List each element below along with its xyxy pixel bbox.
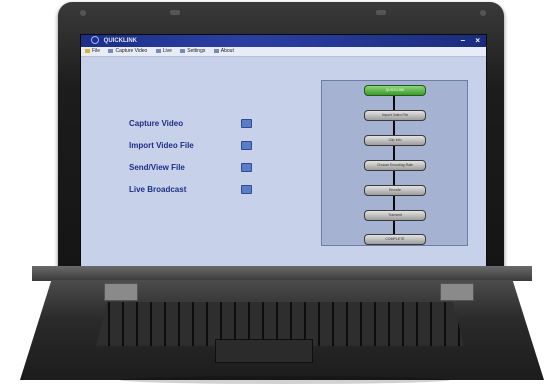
bezel-latch-left — [170, 10, 180, 15]
action-import-video-file[interactable]: Import Video File — [129, 141, 252, 163]
step-encode[interactable]: Encode — [364, 185, 426, 196]
bezel-latch-right — [376, 10, 386, 15]
minimize-button[interactable]: – — [461, 36, 465, 45]
workflow-panel: QUICKLINK Import Video File Clip Info Ch… — [321, 80, 468, 246]
action-icon[interactable] — [241, 119, 252, 128]
action-icon[interactable] — [241, 141, 252, 150]
action-list: Capture Video Import Video File Send/Vie… — [129, 119, 252, 207]
action-send-view-file[interactable]: Send/View File — [129, 163, 252, 185]
close-button[interactable]: × — [475, 36, 480, 45]
action-icon[interactable] — [241, 163, 252, 172]
menu-file[interactable]: File — [85, 48, 100, 54]
action-label: Capture Video — [129, 119, 184, 128]
menu-capture-video[interactable]: Capture Video — [108, 48, 147, 54]
menu-settings[interactable]: Settings — [180, 48, 205, 54]
settings-icon — [180, 48, 186, 53]
broadcast-icon — [155, 48, 161, 53]
laptop-hinge-bar — [32, 266, 532, 281]
action-capture-video[interactable]: Capture Video — [129, 119, 252, 141]
menu-live[interactable]: Live — [155, 48, 172, 54]
quicklink-logo-icon — [91, 36, 99, 45]
window-title: QUICKLINK — [103, 38, 138, 44]
camera-icon — [108, 48, 114, 53]
step-complete[interactable]: COMPLETE — [364, 234, 426, 245]
touchpad — [215, 339, 313, 363]
action-label: Live Broadcast — [129, 185, 187, 194]
info-icon — [213, 48, 219, 53]
action-label: Send/View File — [129, 163, 185, 172]
title-bar: QUICKLINK – × — [81, 35, 486, 47]
bezel-bumper-left — [80, 10, 86, 16]
action-label: Import Video File — [129, 141, 194, 150]
app-window: QUICKLINK – × File Capture Video Live Se… — [80, 34, 487, 269]
action-icon[interactable] — [241, 185, 252, 194]
hinge-right — [440, 283, 474, 301]
menu-about[interactable]: About — [213, 48, 234, 54]
action-live-broadcast[interactable]: Live Broadcast — [129, 185, 252, 207]
step-import-video-file[interactable]: Import Video File — [364, 110, 426, 121]
step-quicklink[interactable]: QUICKLINK — [364, 85, 426, 96]
folder-icon — [85, 48, 90, 53]
bezel-bumper-right — [480, 10, 486, 16]
laptop-shadow — [120, 376, 450, 384]
hinge-left — [104, 283, 138, 301]
step-clip-info[interactable]: Clip Info — [364, 135, 426, 146]
menu-bar: File Capture Video Live Settings About — [81, 47, 486, 57]
step-choose-encoding-rate[interactable]: Choose Encoding Rate — [364, 160, 426, 171]
step-transmit[interactable]: Transmit — [364, 210, 426, 221]
